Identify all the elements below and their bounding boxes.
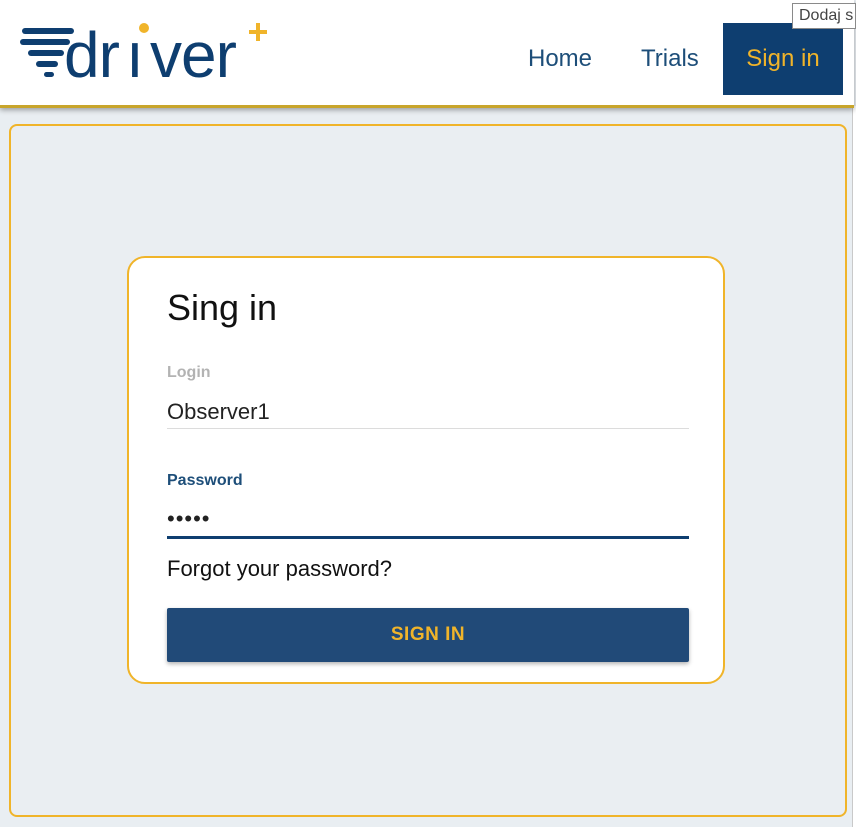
login-input[interactable] bbox=[167, 396, 689, 429]
login-label: Login bbox=[167, 364, 211, 381]
password-label: Password bbox=[167, 472, 243, 489]
sign-in-title: Sing in bbox=[167, 287, 278, 328]
sign-in-card: Sing in Login Password Forgot your passw… bbox=[127, 256, 725, 684]
svg-text:dr: dr bbox=[64, 20, 120, 84]
svg-text:ver: ver bbox=[150, 20, 237, 84]
password-input[interactable] bbox=[167, 502, 689, 539]
site-header: dr ı ver Home Trials Sign in bbox=[0, 0, 854, 108]
forgot-password-link[interactable]: Forgot your password? bbox=[167, 556, 392, 582]
nav-home[interactable]: Home bbox=[528, 42, 592, 76]
window-edge bbox=[852, 106, 856, 827]
driver-plus-logo[interactable]: dr ı ver bbox=[20, 20, 275, 84]
logo-graphic: dr ı ver bbox=[20, 20, 267, 84]
sign-in-button[interactable]: SIGN IN bbox=[167, 608, 689, 662]
nav-sign-in[interactable]: Sign in bbox=[723, 23, 843, 95]
browser-tooltip: Dodaj s bbox=[792, 3, 856, 29]
nav-trials[interactable]: Trials bbox=[641, 42, 699, 76]
